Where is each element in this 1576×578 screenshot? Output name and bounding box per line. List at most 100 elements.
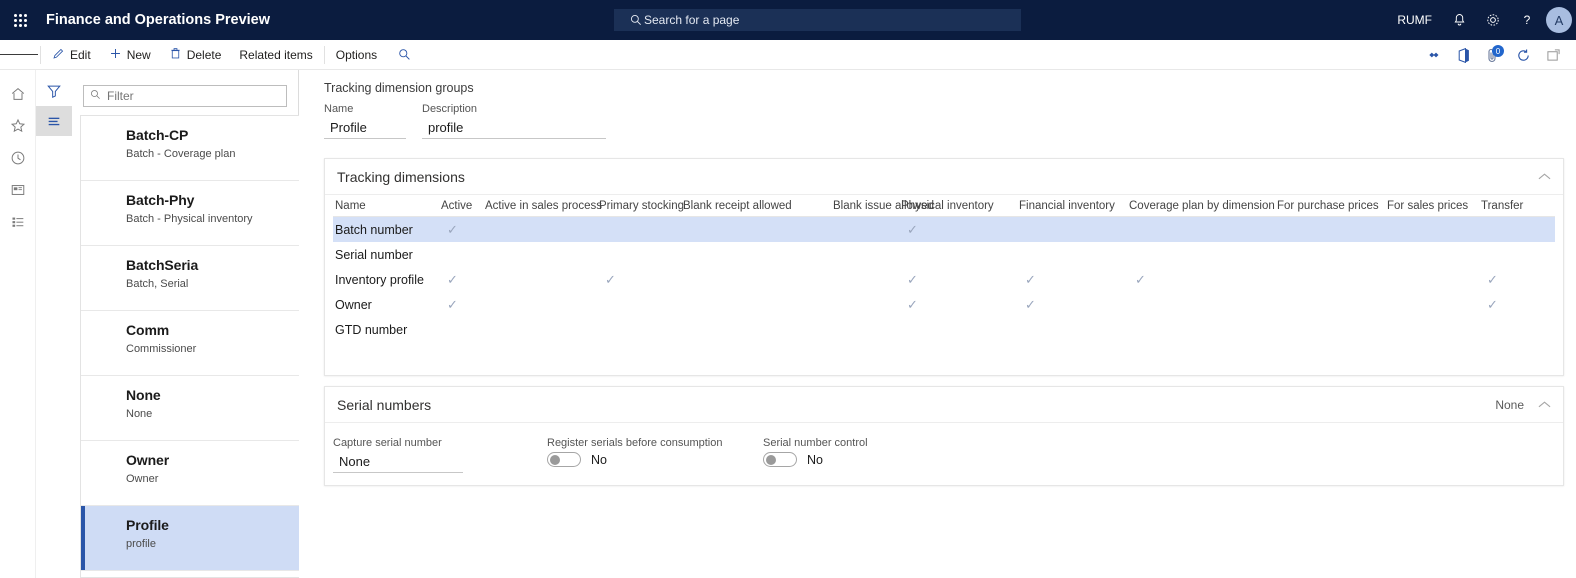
gear-icon[interactable] bbox=[1476, 0, 1510, 40]
new-button[interactable]: New bbox=[100, 40, 160, 70]
page-title-text: Tracking dimension groups bbox=[324, 81, 474, 95]
home-icon[interactable] bbox=[0, 78, 36, 110]
table-row[interactable]: Inventory profile ✓ ✓ ✓ ✓ ✓ ✓ bbox=[333, 267, 1555, 292]
row-checkbox-cell[interactable]: ✓ bbox=[445, 273, 458, 286]
row-checkbox-cell[interactable]: ✓ bbox=[1023, 298, 1036, 311]
row-checkbox-cell[interactable]: ✓ bbox=[1485, 273, 1498, 286]
related-items-button[interactable]: Related items bbox=[230, 40, 321, 70]
name-field-group: Name bbox=[324, 103, 406, 139]
serial-number-control-label: Serial number control bbox=[763, 437, 868, 449]
row-checkbox-cell[interactable]: ✓ bbox=[445, 298, 458, 311]
recent-clock-icon[interactable] bbox=[0, 142, 36, 174]
filter-placeholder: Filter bbox=[107, 89, 134, 103]
command-search-icon[interactable] bbox=[386, 40, 420, 70]
list-item-title: Owner bbox=[126, 452, 170, 468]
attachment-count-badge: 0 bbox=[1492, 45, 1504, 57]
checkmark-icon: ✓ bbox=[447, 272, 458, 287]
attachment-icon[interactable]: 0 bbox=[1478, 40, 1508, 70]
modules-list-icon[interactable] bbox=[0, 206, 36, 238]
column-header[interactable]: Physical inventory bbox=[899, 200, 994, 212]
edit-button[interactable]: Edit bbox=[43, 40, 100, 70]
column-header[interactable]: Transfer bbox=[1479, 200, 1523, 212]
favorites-star-icon[interactable] bbox=[0, 110, 36, 142]
row-checkbox-cell[interactable]: ✓ bbox=[905, 273, 918, 286]
table-row[interactable]: Batch number ✓ ✓ bbox=[333, 217, 1555, 242]
row-checkbox-cell[interactable]: ✓ bbox=[603, 273, 616, 286]
list-item-title: Profile bbox=[126, 517, 169, 533]
row-checkbox-cell[interactable]: ✓ bbox=[905, 298, 918, 311]
avatar[interactable]: A bbox=[1546, 7, 1572, 33]
serial-numbers-header[interactable]: Serial numbers None bbox=[325, 387, 1563, 423]
list-item-title: Batch-CP bbox=[126, 127, 189, 143]
app-title: Finance and Operations Preview bbox=[46, 12, 271, 28]
row-checkbox-cell[interactable]: ✓ bbox=[445, 223, 458, 236]
app-launcher-icon[interactable] bbox=[0, 0, 40, 40]
filter-input[interactable]: Filter bbox=[83, 85, 287, 107]
column-header[interactable]: Active bbox=[439, 200, 472, 212]
delete-button[interactable]: Delete bbox=[160, 40, 231, 70]
open-in-new-window-icon[interactable] bbox=[1538, 40, 1568, 70]
command-bar-divider-2 bbox=[323, 45, 325, 64]
list-item[interactable]: None None bbox=[81, 376, 299, 441]
row-checkbox-cell[interactable]: ✓ bbox=[905, 223, 918, 236]
trash-icon bbox=[169, 47, 182, 63]
checkmark-icon: ✓ bbox=[1135, 272, 1146, 287]
table-row[interactable]: GTD number bbox=[333, 317, 1555, 342]
column-header[interactable]: Name bbox=[333, 200, 366, 212]
command-bar-divider bbox=[40, 45, 41, 64]
list-item[interactable]: Batch-CP Batch - Coverage plan bbox=[81, 116, 299, 181]
description-input[interactable] bbox=[422, 118, 606, 139]
bell-icon[interactable] bbox=[1442, 0, 1476, 40]
list-tab[interactable] bbox=[36, 106, 72, 136]
table-row[interactable]: Serial number bbox=[333, 242, 1555, 267]
options-button[interactable]: Options bbox=[327, 40, 386, 70]
global-search-input[interactable]: Search for a page bbox=[614, 9, 1021, 31]
column-header[interactable]: Coverage plan by dimension bbox=[1127, 200, 1275, 212]
list-item[interactable]: Profile profile bbox=[81, 506, 299, 571]
serial-numbers-summary: None bbox=[1495, 397, 1524, 412]
row-checkbox-cell[interactable]: ✓ bbox=[1485, 298, 1498, 311]
refresh-icon[interactable] bbox=[1508, 40, 1538, 70]
new-label: New bbox=[126, 47, 151, 62]
share-icon[interactable] bbox=[1418, 40, 1448, 70]
serial-number-control-toggle[interactable] bbox=[763, 452, 797, 467]
navigation-rail bbox=[0, 70, 36, 578]
search-icon bbox=[90, 87, 101, 105]
column-header[interactable]: Active in sales process bbox=[483, 200, 602, 212]
list-item[interactable]: Batch-Phy Batch - Physical inventory bbox=[81, 181, 299, 246]
row-checkbox-cell[interactable]: ✓ bbox=[1023, 273, 1036, 286]
checkmark-icon: ✓ bbox=[907, 297, 918, 312]
company-label: RUMF bbox=[1397, 13, 1432, 27]
checkmark-icon: ✓ bbox=[447, 222, 458, 237]
checkmark-icon: ✓ bbox=[1487, 272, 1498, 287]
tracking-dimensions-title: Tracking dimensions bbox=[337, 168, 465, 185]
list-item[interactable]: Comm Commissioner bbox=[81, 311, 299, 376]
column-header[interactable]: Blank receipt allowed bbox=[681, 200, 792, 212]
question-mark-icon[interactable]: ? bbox=[1510, 0, 1544, 40]
table-row[interactable]: Owner ✓ ✓ ✓ ✓ bbox=[333, 292, 1555, 317]
register-serials-toggle[interactable] bbox=[547, 452, 581, 467]
row-checkbox-cell[interactable]: ✓ bbox=[1133, 273, 1146, 286]
checkmark-icon: ✓ bbox=[907, 272, 918, 287]
chevron-up-icon[interactable] bbox=[1538, 396, 1551, 414]
column-header[interactable]: Primary stocking bbox=[597, 200, 684, 212]
name-input[interactable] bbox=[324, 118, 406, 139]
serial-number-control-toggle-row: No bbox=[763, 452, 868, 467]
capture-serial-number-value[interactable]: None bbox=[333, 451, 463, 473]
list-item-title: Comm bbox=[126, 322, 170, 338]
column-header[interactable]: For purchase prices bbox=[1275, 200, 1379, 212]
checkmark-icon: ✓ bbox=[447, 297, 458, 312]
checkmark-icon: ✓ bbox=[1487, 297, 1498, 312]
chevron-up-icon[interactable] bbox=[1538, 168, 1551, 186]
list-item[interactable]: BatchSeria Batch, Serial bbox=[81, 246, 299, 311]
tracking-dimensions-header[interactable]: Tracking dimensions bbox=[325, 159, 1563, 195]
filter-tab[interactable] bbox=[36, 76, 72, 106]
command-bar: Edit New Delete Related items Options 0 bbox=[0, 40, 1576, 70]
hamburger-icon[interactable] bbox=[0, 40, 39, 70]
global-search-placeholder: Search for a page bbox=[644, 13, 740, 27]
workspaces-icon[interactable] bbox=[0, 174, 36, 206]
office-app-icon[interactable] bbox=[1448, 40, 1478, 70]
column-header[interactable]: For sales prices bbox=[1385, 200, 1468, 212]
list-item[interactable]: Owner Owner bbox=[81, 441, 299, 506]
column-header[interactable]: Financial inventory bbox=[1017, 200, 1115, 212]
